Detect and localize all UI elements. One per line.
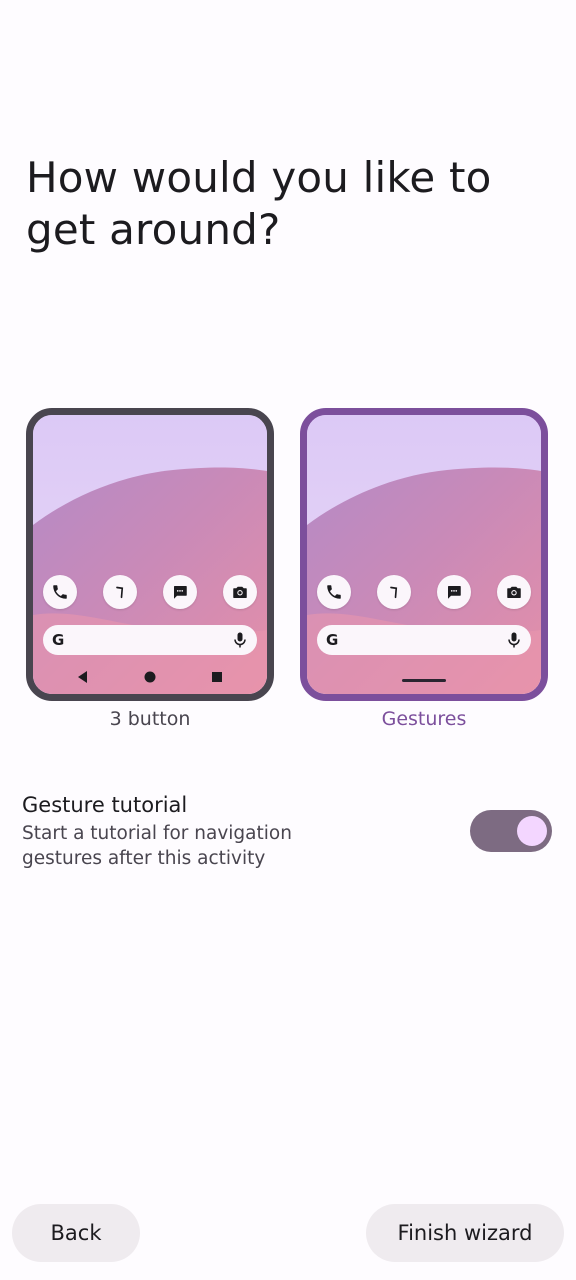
home-circle-icon (144, 671, 156, 683)
gesture-tutorial-setting: Gesture tutorial Start a tutorial for na… (22, 791, 342, 871)
search-bar: G (317, 625, 531, 655)
page-title: How would you like to get around? (26, 153, 492, 254)
gesture-handle-bar (402, 679, 446, 682)
navigation-setup-screen: How would you like to get around? G 3 bu… (0, 0, 576, 1280)
three-button-navbar (33, 667, 267, 687)
messages-icon (437, 575, 471, 609)
messages-icon (163, 575, 197, 609)
dock (307, 575, 541, 611)
finish-wizard-button[interactable]: Finish wizard (366, 1204, 564, 1262)
clock-icon (103, 575, 137, 609)
phone-preview: G (300, 408, 548, 701)
google-logo: G (52, 631, 65, 649)
mic-icon (508, 632, 520, 648)
setting-description: Start a tutorial for navigation gestures… (22, 823, 292, 869)
gesture-tutorial-toggle[interactable] (470, 810, 552, 852)
nav-option-gestures[interactable]: G Gestures (300, 408, 548, 731)
phone-icon (43, 575, 77, 609)
back-triangle-icon (78, 671, 87, 683)
clock-icon (377, 575, 411, 609)
phone-icon (317, 575, 351, 609)
camera-icon (497, 575, 531, 609)
recents-square-icon (212, 672, 222, 682)
camera-icon (223, 575, 257, 609)
search-bar: G (43, 625, 257, 655)
option-label: Gestures (381, 708, 467, 730)
phone-preview: G (26, 408, 274, 701)
nav-option-3-button[interactable]: G 3 button (26, 408, 274, 731)
mic-icon (234, 632, 246, 648)
dock (33, 575, 267, 611)
back-button[interactable]: Back (12, 1204, 140, 1262)
toggle-knob (517, 816, 547, 846)
google-logo: G (326, 631, 339, 649)
setting-title: Gesture tutorial (22, 793, 188, 817)
option-label: 3 button (109, 708, 191, 730)
